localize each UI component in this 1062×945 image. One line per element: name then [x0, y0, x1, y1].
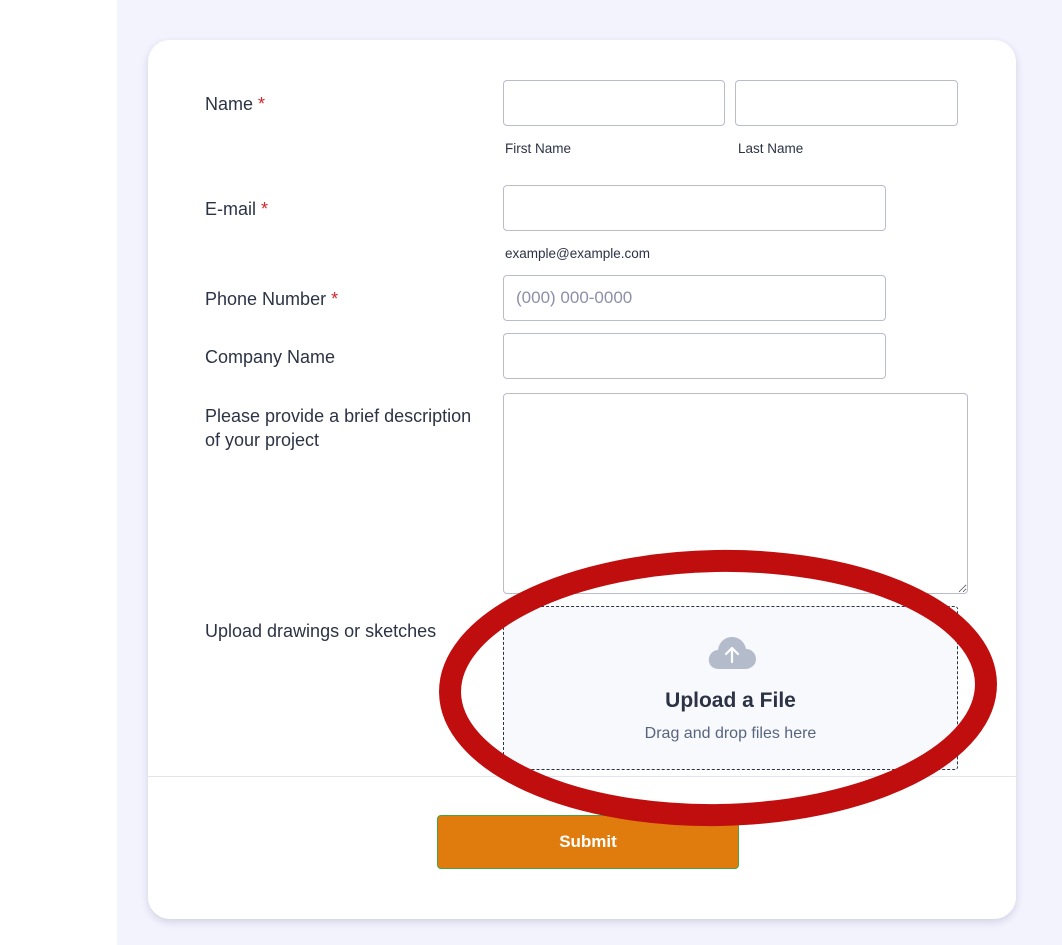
submit-button[interactable]: Submit — [437, 815, 739, 869]
footer-divider — [148, 776, 1016, 777]
first-name-sublabel: First Name — [505, 141, 572, 156]
first-name-input[interactable] — [503, 80, 725, 126]
phone-input[interactable] — [503, 275, 886, 321]
company-label: Company Name — [205, 347, 336, 367]
last-name-input[interactable] — [735, 80, 958, 126]
upload-label: Upload drawings or sketches — [205, 621, 437, 641]
name-label: Name * — [205, 92, 265, 116]
name-label-text: Name — [205, 94, 254, 114]
email-label: E-mail * — [205, 197, 268, 221]
upload-subtitle: Drag and drop files here — [644, 725, 817, 742]
file-upload-dropzone[interactable]: Upload a File Drag and drop files here — [503, 606, 958, 770]
phone-label-text: Phone Number — [205, 289, 327, 309]
upload-title: Upload a File — [665, 689, 796, 712]
phone-label: Phone Number * — [205, 287, 338, 311]
description-label: Please provide a brief description of yo… — [205, 406, 472, 450]
project-description-textarea[interactable] — [503, 393, 968, 594]
company-name-input[interactable] — [503, 333, 886, 379]
email-input[interactable] — [503, 185, 886, 231]
email-sublabel: example@example.com — [505, 246, 651, 261]
last-name-sublabel: Last Name — [738, 141, 804, 156]
required-asterisk: * — [331, 289, 339, 309]
required-asterisk: * — [258, 94, 266, 114]
cloud-upload-icon — [708, 637, 756, 669]
required-asterisk: * — [261, 199, 269, 219]
email-label-text: E-mail — [205, 199, 257, 219]
